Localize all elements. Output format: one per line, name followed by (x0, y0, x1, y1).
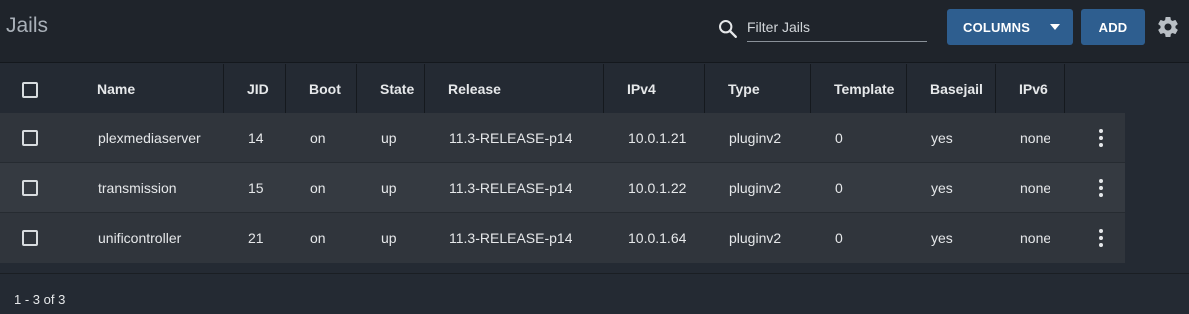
more-vert-icon[interactable] (1094, 227, 1108, 249)
search-icon[interactable] (717, 18, 739, 40)
cell-ipv6: none (1020, 180, 1050, 196)
column-divider (704, 64, 705, 113)
pagination-status: 1 - 3 of 3 (14, 292, 66, 307)
cell-ipv4: 10.0.1.22 (628, 180, 687, 196)
column-header-ipv6[interactable]: IPv6 (1019, 64, 1048, 113)
column-divider (995, 64, 996, 113)
cell-ipv6: none (1020, 130, 1050, 146)
cell-ipv4: 10.0.1.64 (628, 230, 687, 246)
row-checkbox[interactable] (22, 130, 38, 146)
column-divider (285, 64, 286, 113)
column-divider (223, 64, 224, 113)
column-header-jid[interactable]: JID (247, 64, 269, 113)
cell-release: 11.3-RELEASE-p14 (449, 130, 573, 146)
column-header-basejail[interactable]: Basejail (930, 64, 983, 113)
cell-state: up (381, 230, 397, 246)
cell-type: pluginv2 (729, 180, 782, 196)
add-button[interactable]: ADD (1081, 9, 1145, 45)
cell-ipv6: none (1020, 230, 1050, 246)
column-divider (603, 64, 604, 113)
column-header-type[interactable]: Type (728, 64, 760, 113)
table-row[interactable]: unificontroller 21 on up 11.3-RELEASE-p1… (0, 213, 1125, 263)
page-title: Jails (6, 14, 49, 37)
select-all-checkbox[interactable] (22, 82, 38, 98)
cell-jid: 15 (248, 180, 264, 196)
table-row[interactable]: transmission 15 on up 11.3-RELEASE-p14 1… (0, 163, 1125, 213)
cell-release: 11.3-RELEASE-p14 (449, 230, 573, 246)
cell-template: 0 (835, 230, 843, 246)
add-button-label: ADD (1098, 19, 1128, 35)
table-row[interactable]: plexmediaserver 14 on up 11.3-RELEASE-p1… (0, 113, 1125, 163)
column-header-name[interactable]: Name (97, 64, 135, 113)
column-divider (810, 64, 811, 113)
column-header-template[interactable]: Template (834, 64, 894, 113)
column-header-boot[interactable]: Boot (309, 64, 341, 113)
cell-template: 0 (835, 130, 843, 146)
column-header-ipv4[interactable]: IPv4 (627, 64, 656, 113)
cell-name: plexmediaserver (98, 130, 201, 146)
more-vert-icon[interactable] (1094, 177, 1108, 199)
column-header-release[interactable]: Release (448, 64, 501, 113)
table-header: Name JID Boot State Release IPv4 Type Te… (0, 64, 1189, 113)
cell-jid: 14 (248, 130, 264, 146)
cell-type: pluginv2 (729, 230, 782, 246)
cell-release: 11.3-RELEASE-p14 (449, 180, 573, 196)
column-divider (424, 64, 425, 113)
row-checkbox[interactable] (22, 230, 38, 246)
more-vert-icon[interactable] (1094, 127, 1108, 149)
cell-template: 0 (835, 180, 843, 196)
cell-ipv4: 10.0.1.21 (628, 130, 687, 146)
column-header-state[interactable]: State (380, 64, 414, 113)
columns-button[interactable]: COLUMNS (947, 9, 1073, 45)
cell-name: unificontroller (98, 230, 182, 246)
caret-down-icon (1050, 24, 1060, 30)
cell-state: up (381, 130, 397, 146)
cell-basejail: yes (931, 130, 953, 146)
gear-icon[interactable] (1156, 15, 1180, 39)
cell-name: transmission (98, 180, 177, 196)
cell-type: pluginv2 (729, 130, 782, 146)
table-footer: 1 - 3 of 3 (0, 274, 1189, 314)
cell-boot: on (310, 130, 326, 146)
column-divider (356, 64, 357, 113)
cell-boot: on (310, 230, 326, 246)
columns-button-label: COLUMNS (963, 19, 1031, 35)
page-header: Jails COLUMNS ADD (0, 0, 1189, 63)
filter-jails-input[interactable] (747, 15, 927, 42)
cell-state: up (381, 180, 397, 196)
cell-basejail: yes (931, 180, 953, 196)
cell-basejail: yes (931, 230, 953, 246)
cell-boot: on (310, 180, 326, 196)
row-checkbox[interactable] (22, 180, 38, 196)
column-divider (906, 64, 907, 113)
column-divider (1064, 64, 1065, 113)
cell-jid: 21 (248, 230, 264, 246)
